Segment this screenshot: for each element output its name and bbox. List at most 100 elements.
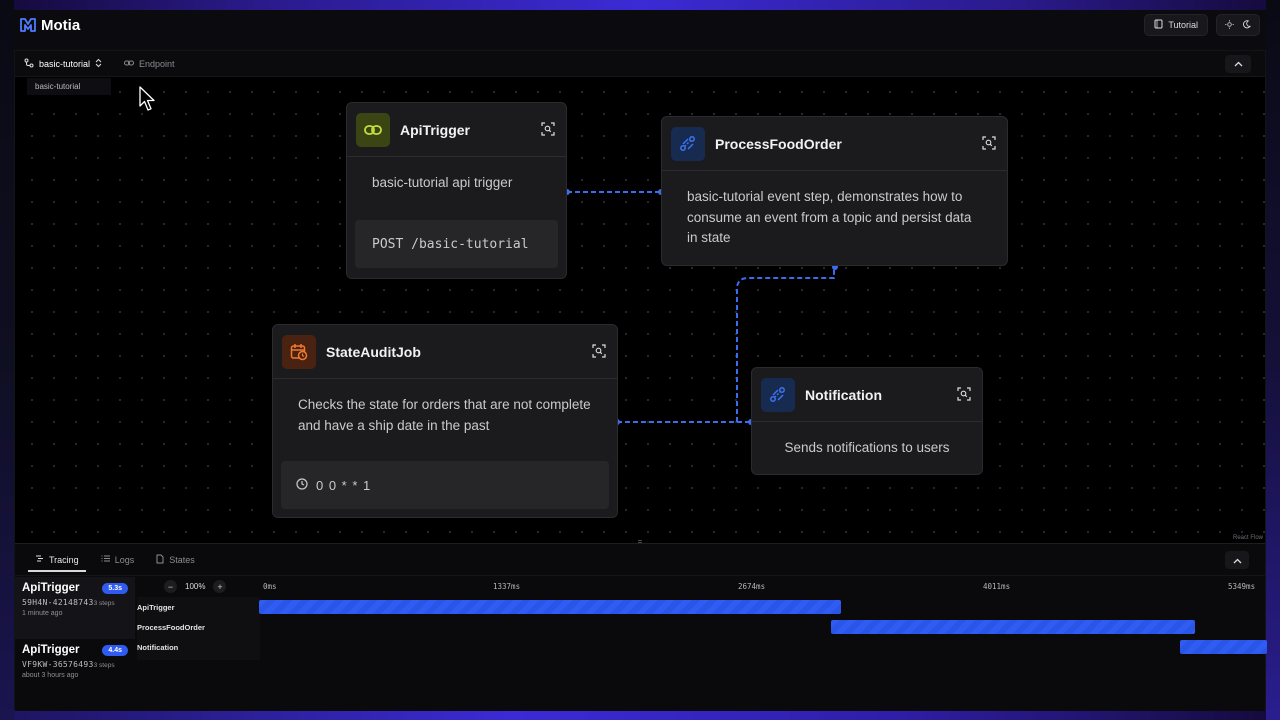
tab-tracing[interactable]: Tracing <box>25 544 89 576</box>
trace-name: ApiTrigger <box>22 644 80 656</box>
node-description: Checks the state for orders that are not… <box>298 397 591 433</box>
node-process-food-order[interactable]: ProcessFoodOrder basic-tutorial event st… <box>661 116 1008 266</box>
node-header: ProcessFoodOrder <box>662 117 1007 171</box>
step-bar[interactable] <box>831 620 1195 634</box>
bottom-collapse-button[interactable] <box>1225 551 1249 569</box>
chevrons-up-down-icon <box>95 58 102 70</box>
bottom-tabs: Tracing Logs States <box>15 544 1265 576</box>
step-label[interactable]: ApiTrigger <box>137 597 260 617</box>
selected-flow-label: basic-tutorial <box>39 58 91 69</box>
node-header: ApiTrigger <box>347 103 566 157</box>
flow-header: basic-tutorial Endpoint <box>15 51 1265 77</box>
trace-name: ApiTrigger <box>22 582 80 594</box>
tick-label: 4011ms <box>983 582 1011 591</box>
node-description: basic-tutorial api trigger <box>372 175 513 190</box>
collapse-button[interactable] <box>1225 55 1251 73</box>
tutorial-label: Tutorial <box>1168 20 1198 30</box>
tab-label: Tracing <box>49 554 79 565</box>
trace-time: about 3 hours ago <box>22 672 79 679</box>
flow-icon <box>24 58 34 70</box>
book-icon <box>1154 19 1163 31</box>
chevron-up-icon <box>1234 59 1243 69</box>
flow-dropdown-option[interactable]: basic-tutorial <box>27 78 111 95</box>
node-title: StateAuditJob <box>326 343 421 360</box>
trace-id: 59H4N-42148743 <box>22 598 94 607</box>
node-cron: 0 0 * * 1 <box>281 461 609 509</box>
node-header: Notification <box>752 368 982 422</box>
brand[interactable]: Motia <box>20 17 80 34</box>
duration-badge: 5.3s <box>102 582 128 594</box>
node-title: ApiTrigger <box>400 121 471 138</box>
top-bar: Motia Tutorial <box>14 8 1266 42</box>
step-bar-row <box>259 617 1267 637</box>
bottom-panel: = Tracing Logs States ApiTrigger 5.3s 59… <box>15 538 1267 712</box>
zoom-out-button[interactable]: − <box>164 580 177 593</box>
trace-steps: 3 steps <box>93 600 115 607</box>
moon-icon[interactable] <box>1242 19 1252 31</box>
trace-timeline: − 100% + 0ms 1337ms 2674ms 4011ms 5349ms… <box>137 577 1267 712</box>
endpoint-link[interactable]: Endpoint <box>124 59 175 69</box>
step-label[interactable]: ProcessFoodOrder <box>137 617 260 637</box>
event-icon <box>761 377 795 412</box>
step-labels: ApiTrigger ProcessFoodOrder Notification <box>137 597 260 660</box>
chevron-up-icon <box>1233 551 1242 569</box>
app-name: Motia <box>41 16 81 34</box>
react-flow-attribution[interactable]: React Flow <box>1233 535 1263 541</box>
right-glow <box>1266 0 1280 720</box>
flow-canvas[interactable]: ApiTrigger basic-tutorial api trigger PO… <box>15 77 1265 543</box>
endpoint-label: Endpoint <box>139 58 175 69</box>
step-bars <box>259 597 1267 660</box>
tick-label: 5349ms <box>1228 582 1256 591</box>
edges <box>564 189 838 425</box>
tick-label: 1337ms <box>493 582 521 591</box>
resize-handle[interactable]: = <box>635 538 645 546</box>
top-actions: Tutorial <box>1144 14 1260 36</box>
tick-label: 0ms <box>263 582 277 591</box>
focus-icon[interactable] <box>541 122 555 141</box>
trace-item[interactable]: ApiTrigger 4.4s VF9KW-36576493 3 steps a… <box>15 639 135 701</box>
node-endpoint-code: POST /basic-tutorial <box>355 220 558 268</box>
motia-logo-icon <box>20 18 36 32</box>
calendar-clock-icon <box>282 334 316 369</box>
focus-icon[interactable] <box>982 136 996 155</box>
tracing-icon <box>35 554 44 565</box>
zoom-controls: − 100% + <box>164 580 227 593</box>
trace-item[interactable]: ApiTrigger 5.3s 59H4N-42148743 3 steps 1… <box>15 577 135 639</box>
node-notification[interactable]: Notification Sends notifications to user… <box>751 367 983 475</box>
duration-badge: 4.4s <box>102 644 128 656</box>
step-label[interactable]: Notification <box>137 637 260 657</box>
node-title: ProcessFoodOrder <box>715 135 842 152</box>
trace-list: ApiTrigger 5.3s 59H4N-42148743 3 steps 1… <box>15 577 135 701</box>
tutorial-button[interactable]: Tutorial <box>1144 14 1208 36</box>
clock-icon <box>296 477 308 493</box>
step-bar-row <box>259 637 1267 657</box>
flow-selector[interactable]: basic-tutorial <box>24 58 102 70</box>
theme-toggle[interactable] <box>1216 14 1260 36</box>
trace-id: VF9KW-36576493 <box>22 660 94 669</box>
step-bar[interactable] <box>259 600 841 614</box>
zoom-in-button[interactable]: + <box>213 580 227 593</box>
workbench: basic-tutorial Endpoint ApiTrigger basic… <box>14 50 1267 712</box>
event-icon <box>671 126 705 161</box>
tab-label: States <box>169 554 195 565</box>
cron-expression: 0 0 * * 1 <box>316 477 372 493</box>
zoom-level: 100% <box>185 582 206 591</box>
node-api-trigger[interactable]: ApiTrigger basic-tutorial api trigger PO… <box>346 102 567 279</box>
tick-label: 2674ms <box>738 582 766 591</box>
node-state-audit-job[interactable]: StateAuditJob Checks the state for order… <box>272 324 618 518</box>
node-description: Sends notifications to users <box>784 440 950 455</box>
tab-states[interactable]: States <box>146 544 205 576</box>
trace-steps: 3 steps <box>93 662 115 669</box>
tab-logs[interactable]: Logs <box>91 544 145 576</box>
trace-time: 1 minute ago <box>22 610 63 617</box>
sun-icon[interactable] <box>1225 19 1234 31</box>
step-bar[interactable] <box>1180 640 1267 654</box>
link-icon <box>124 59 135 69</box>
step-bar-row <box>259 597 1267 617</box>
link-icon <box>356 112 390 147</box>
mouse-cursor-icon <box>139 86 155 111</box>
focus-icon[interactable] <box>592 344 606 363</box>
node-header: StateAuditJob <box>273 325 617 379</box>
focus-icon[interactable] <box>957 387 971 406</box>
left-glow <box>0 0 14 720</box>
